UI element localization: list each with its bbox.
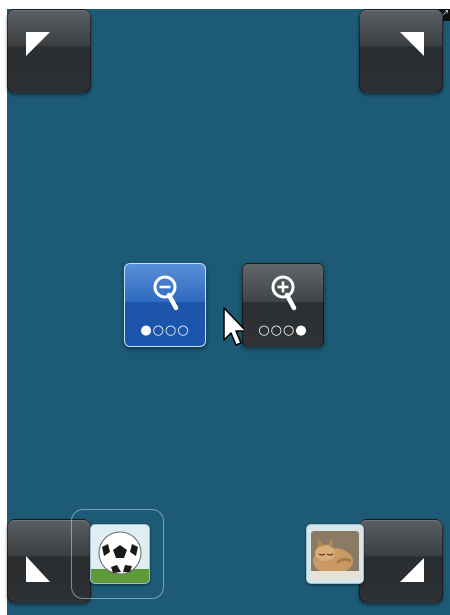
- corner-button-top-right[interactable]: [359, 9, 443, 93]
- mouse-pointer-icon: [223, 307, 244, 346]
- corner-button-top-left[interactable]: [7, 9, 91, 93]
- zoom-out-button[interactable]: ●○○○: [124, 263, 206, 347]
- zoom-level-indicator: ●○○○: [140, 323, 190, 338]
- zoom-in-icon: [271, 275, 297, 311]
- soccer-ball-icon: [91, 525, 149, 583]
- zoom-out-icon: [153, 275, 179, 311]
- arrow-top-left-icon: [26, 32, 50, 56]
- sleeping-kitten-image[interactable]: [306, 524, 364, 584]
- window-left-edge: [0, 9, 7, 615]
- zoom-level-indicator: ○○○●: [258, 323, 308, 338]
- soccer-ball-image[interactable]: [90, 524, 150, 584]
- kitten-icon: [307, 525, 363, 583]
- arrow-bottom-right-icon: [400, 558, 424, 582]
- zoom-in-button[interactable]: ○○○●: [242, 263, 324, 347]
- arrow-top-right-icon: [400, 32, 424, 56]
- corner-button-bottom-right[interactable]: [359, 519, 443, 603]
